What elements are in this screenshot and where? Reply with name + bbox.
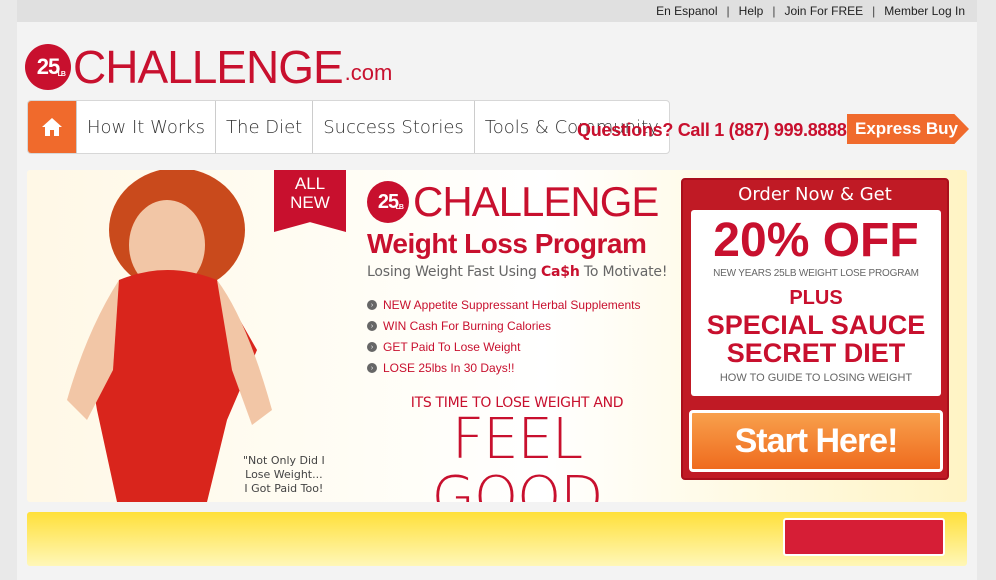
special-sauce-line: SPECIAL SAUCE [706, 310, 926, 340]
ribbon-line: NEW [290, 193, 330, 212]
arrow-bullet-icon: › [367, 363, 377, 373]
offer-box: 20% OFF NEW YEARS 25LB WEIGHT LOSE PROGR… [691, 210, 941, 396]
hero-center: 25 LB CHALLENGE Weight Loss Program Losi… [367, 178, 667, 502]
order-heading: Order Now & Get [738, 184, 892, 205]
link-join-free[interactable]: Join For FREE [784, 4, 863, 18]
list-item-text: LOSE 25lbs In 30 Days!! [383, 361, 515, 375]
list-item-text: NEW Appetite Suppressant Herbal Suppleme… [383, 298, 641, 312]
how-to-guide-text: HOW TO GUIDE TO LOSING WEIGHT [719, 372, 913, 384]
separator: | [726, 4, 730, 18]
list-item-text: GET Paid To Lose Weight [383, 340, 521, 354]
challenge-logo: 25 LB CHALLENGE [367, 178, 667, 226]
challenge-badge: 25 LB [367, 181, 409, 223]
page: En Espanol | Help | Join For FREE | Memb… [17, 0, 977, 580]
list-item: › GET Paid To Lose Weight [367, 340, 667, 354]
program-title: Weight Loss Program [367, 228, 647, 259]
discount-text: 20% OFF [713, 214, 919, 267]
quote-line: "Not Only Did I [243, 454, 325, 467]
plus-text: PLUS [789, 287, 843, 309]
arrow-bullet-icon: › [367, 342, 377, 352]
feel-good-text: FEEL GOOD [431, 407, 604, 503]
tagline-post: To Motivate! [579, 264, 668, 280]
top-bar: En Espanol | Help | Join For FREE | Memb… [17, 0, 977, 22]
tagline-cash: Ca$h [540, 264, 580, 280]
list-item: › LOSE 25lbs In 30 Days!! [367, 361, 667, 375]
separator: | [772, 4, 776, 18]
order-panel: Order Now & Get 20% OFF NEW YEARS 25LB W… [681, 178, 949, 480]
nav-success-stories[interactable]: Success Stories [312, 101, 474, 153]
link-help[interactable]: Help [739, 4, 764, 18]
link-en-espanol[interactable]: En Espanol [656, 4, 717, 18]
challenge-word: CHALLENGE [413, 178, 659, 225]
home-icon [42, 118, 62, 136]
home-button[interactable] [28, 101, 76, 153]
arrow-bullet-icon: › [367, 321, 377, 331]
nav-the-diet[interactable]: The Diet [215, 101, 312, 153]
express-buy-button[interactable]: Express Buy [847, 114, 969, 144]
hero-banner: "Not Only Did I Lose Weight... I Got Pai… [27, 170, 967, 502]
main-nav: How It Works The Diet Success Stories To… [27, 100, 670, 154]
logo-badge-unit: LB [57, 71, 66, 78]
quote-line: I Got Paid Too! [244, 482, 324, 495]
list-item-text: WIN Cash For Burning Calories [383, 319, 552, 333]
quote-line: Lose Weight... [245, 468, 323, 481]
link-member-login[interactable]: Member Log In [884, 4, 965, 18]
challenge-badge-unit: LB [395, 204, 404, 211]
program-tagline: Losing Weight Fast Using Ca$h To Motivat… [367, 264, 667, 280]
testimonial-quote: "Not Only Did I Lose Weight... I Got Pai… [243, 454, 325, 496]
separator: | [872, 4, 876, 18]
feature-list: › NEW Appetite Suppressant Herbal Supplem… [367, 298, 667, 375]
bottom-strip [27, 512, 967, 566]
top-links: En Espanol | Help | Join For FREE | Memb… [656, 4, 965, 18]
arrow-bullet-icon: › [367, 300, 377, 310]
site-logo[interactable]: 25 LB CHALLENGE .com [25, 40, 392, 90]
phone-questions[interactable]: Questions? Call 1 (887) 999.8888 [577, 120, 847, 141]
bottom-red-button[interactable] [783, 518, 945, 556]
list-item: › WIN Cash For Burning Calories [367, 319, 667, 333]
logo-badge: 25 LB [25, 44, 71, 90]
logo-dotcom: .com [344, 60, 393, 85]
logo-word: CHALLENGE [73, 41, 344, 93]
discount-subtext: NEW YEARS 25LB WEIGHT LOSE PROGRAM [713, 268, 919, 279]
tagline-pre: Losing Weight Fast Using [367, 264, 541, 280]
secret-diet-line: SECRET DIET [726, 338, 906, 368]
start-here-button[interactable]: Start Here! [689, 410, 943, 472]
logo-badge-number: 25 [36, 54, 61, 79]
ribbon-line: ALL [294, 174, 326, 193]
nav-how-it-works[interactable]: How It Works [76, 101, 215, 153]
list-item: › NEW Appetite Suppressant Herbal Supplem… [367, 298, 667, 312]
